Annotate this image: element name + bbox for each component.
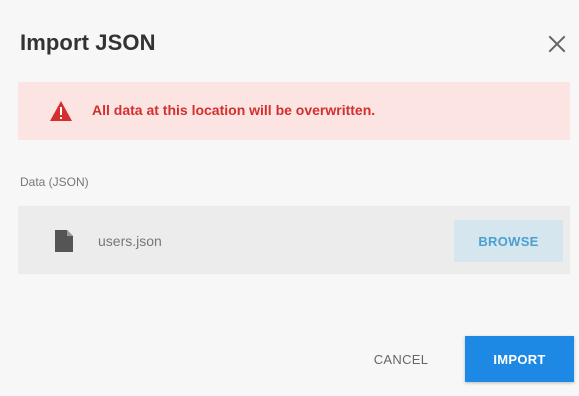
warning-icon [50,101,72,121]
selected-file-name: users.json [98,233,162,249]
file-icon [55,230,73,252]
warning-banner: All data at this location will be overwr… [18,82,570,140]
browse-button[interactable]: BROWSE [454,220,563,262]
warning-message: All data at this location will be overwr… [92,102,376,118]
dialog-title: Import JSON [20,30,156,55]
file-picker: users.json BROWSE [18,206,570,274]
close-icon [548,35,566,53]
close-button[interactable] [543,30,571,58]
import-json-dialog: Import JSON All data at this location wi… [0,0,579,396]
data-field-label: Data (JSON) [20,175,89,189]
import-button[interactable]: IMPORT [465,336,574,382]
cancel-button[interactable]: CANCEL [352,338,450,380]
